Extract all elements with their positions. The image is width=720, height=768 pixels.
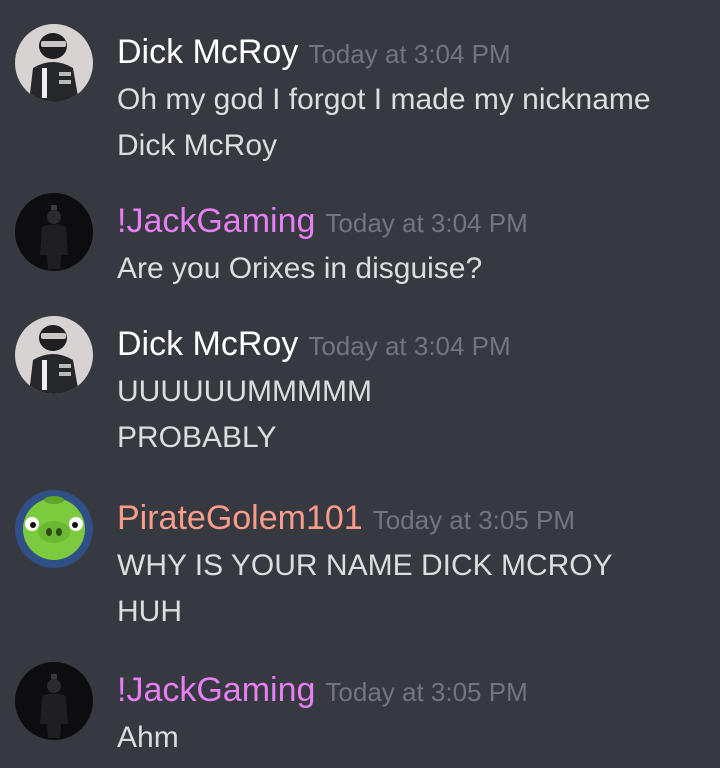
username[interactable]: !JackGaming bbox=[117, 202, 315, 240]
username[interactable]: Dick McRoy bbox=[117, 325, 298, 363]
message-text: UUUUUUMMMMM bbox=[117, 375, 372, 408]
avatar[interactable] bbox=[15, 24, 93, 102]
masked-figure-avatar-icon bbox=[15, 316, 93, 394]
username[interactable]: Dick McRoy bbox=[117, 33, 298, 71]
username[interactable]: !JackGaming bbox=[117, 671, 315, 709]
masked-figure-avatar-icon bbox=[15, 24, 93, 102]
dark-figure-avatar-icon bbox=[15, 193, 93, 271]
timestamp: Today at 3:04 PM bbox=[308, 331, 511, 361]
message-text: Ahm bbox=[117, 721, 179, 754]
message-text: Oh my god I forgot I made my nickname bbox=[117, 83, 651, 116]
message-content: WHY IS YOUR NAME DICK MCROY HUH bbox=[117, 543, 613, 635]
message-content: Are you Orixes in disguise? bbox=[117, 246, 482, 292]
message-text: Dick McRoy bbox=[117, 129, 278, 162]
green-pig-avatar-icon bbox=[15, 490, 93, 568]
message-text: PROBABLY bbox=[117, 421, 277, 454]
avatar[interactable] bbox=[15, 316, 93, 394]
chat-messages: Dick McRoy Today at 3:04 PM Oh my god I f… bbox=[0, 0, 720, 768]
timestamp: Today at 3:05 PM bbox=[372, 505, 576, 535]
message-content: Ahm bbox=[117, 715, 179, 761]
avatar[interactable] bbox=[15, 193, 93, 271]
dark-figure-avatar-icon bbox=[15, 662, 93, 740]
message-content: Oh my god I forgot I made my nickname Di… bbox=[117, 77, 651, 169]
timestamp: Today at 3:04 PM bbox=[325, 208, 528, 238]
avatar[interactable] bbox=[15, 662, 93, 740]
message-text: Are you Orixes in disguise? bbox=[117, 252, 483, 285]
message-content: UUUUUUMMMMM PROBABLY bbox=[117, 369, 372, 461]
avatar[interactable] bbox=[15, 490, 93, 568]
message-text: WHY IS YOUR NAME DICK MCROY bbox=[117, 549, 613, 582]
timestamp: Today at 3:04 PM bbox=[308, 39, 511, 69]
username[interactable]: PirateGolem101 bbox=[117, 499, 363, 537]
timestamp: Today at 3:05 PM bbox=[325, 677, 528, 707]
message-text: HUH bbox=[117, 595, 182, 628]
